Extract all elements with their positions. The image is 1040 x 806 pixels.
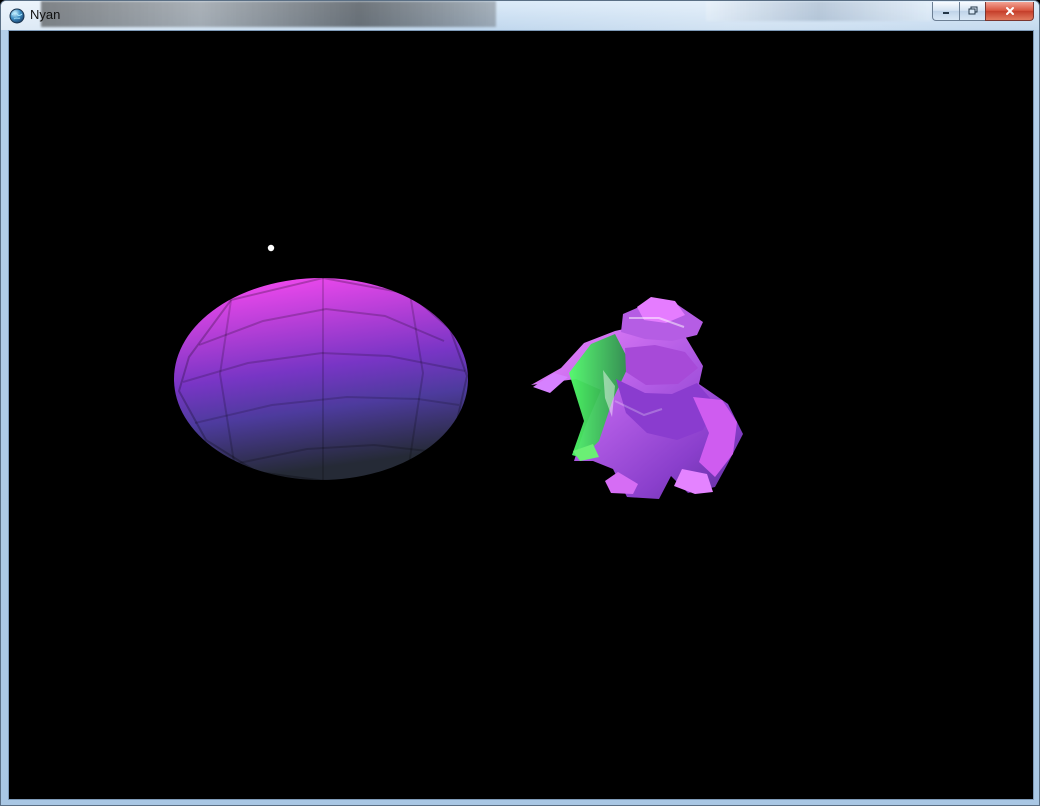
- opengl-viewport[interactable]: [9, 31, 1033, 799]
- application-window: Nyan: [0, 0, 1040, 806]
- window-caption-buttons: [932, 2, 1034, 21]
- minimize-icon: [943, 12, 949, 14]
- rendered-3d-scene: [174, 244, 743, 499]
- white-particle: [267, 244, 275, 252]
- blurred-background-behind-title: [41, 1, 496, 27]
- restore-icon: [968, 6, 977, 15]
- window-title: Nyan: [30, 7, 61, 22]
- close-button[interactable]: [985, 2, 1034, 21]
- blurred-background-right: [706, 1, 931, 21]
- restore-button[interactable]: [959, 2, 985, 21]
- title-bar[interactable]: Nyan: [1, 1, 1039, 30]
- globe-app-icon: [9, 8, 25, 24]
- minimize-button[interactable]: [932, 2, 959, 21]
- purple-low-poly-sphere: [174, 276, 469, 484]
- low-poly-character: [531, 297, 743, 499]
- close-icon: [1005, 7, 1014, 15]
